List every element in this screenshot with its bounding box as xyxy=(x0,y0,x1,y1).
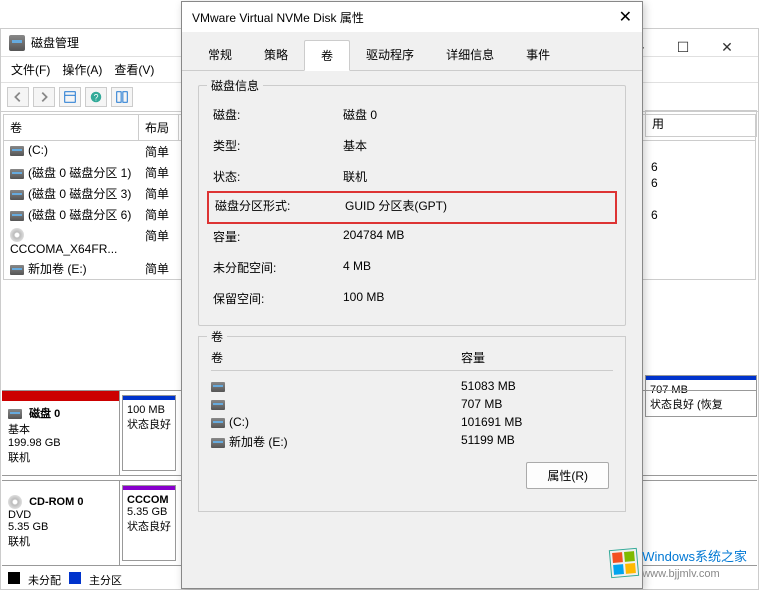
volume-icon xyxy=(211,418,225,428)
close-icon[interactable]: ✕ xyxy=(619,7,632,27)
right-column: 用 6 6 6 xyxy=(645,110,757,223)
disk-properties-dialog: VMware Virtual NVMe Disk 属性 ✕ 常规 策略 卷 驱动… xyxy=(181,1,643,589)
vol-header: 卷 容量 xyxy=(211,349,613,371)
vol-group-title: 卷 xyxy=(207,328,227,345)
volume-icon xyxy=(211,382,225,392)
tool-back[interactable] xyxy=(7,87,29,107)
svg-text:?: ? xyxy=(94,93,99,103)
col-usage[interactable]: 用 xyxy=(645,110,757,137)
disk-mgmt-icon xyxy=(9,35,25,51)
capacity-value: 204784 MB xyxy=(343,228,611,245)
menu-file[interactable]: 文件(F) xyxy=(11,61,50,78)
unalloc-label: 未分配空间: xyxy=(213,259,343,276)
tabstrip: 常规 策略 卷 驱动程序 详细信息 事件 xyxy=(182,32,642,71)
cd-icon xyxy=(10,228,24,242)
type-value: 基本 xyxy=(343,137,611,154)
watermark: Windows系统之家 www.bjjmlv.com xyxy=(610,546,747,580)
disk-info-group: 磁盘信息 磁盘:磁盘 0 类型:基本 状态:联机 磁盘分区形式:GUID 分区表… xyxy=(198,85,626,326)
tab-volumes[interactable]: 卷 xyxy=(304,40,350,71)
close-button[interactable]: ✕ xyxy=(705,33,749,61)
tool-help[interactable]: ? xyxy=(85,87,107,107)
volume-icon xyxy=(10,265,24,275)
cdrom-label[interactable]: CD-ROM 0 DVD 5.35 GB 联机 xyxy=(2,481,120,565)
volume-icon xyxy=(10,190,24,200)
watermark-url: www.bjjmlv.com xyxy=(642,568,719,580)
volume-icon xyxy=(10,169,24,179)
group-title: 磁盘信息 xyxy=(207,77,263,94)
vol-col-volume[interactable]: 卷 xyxy=(211,349,461,366)
menu-view[interactable]: 查看(V) xyxy=(114,61,154,78)
status-label: 状态: xyxy=(213,168,343,185)
reserved-value: 100 MB xyxy=(343,290,611,307)
tab-policies[interactable]: 策略 xyxy=(248,40,304,70)
legend-unalloc-swatch xyxy=(8,572,20,584)
disk-icon xyxy=(8,409,22,419)
partition-style-row: 磁盘分区形式:GUID 分区表(GPT) xyxy=(207,191,617,224)
partstyle-label: 磁盘分区形式: xyxy=(215,197,345,214)
disk0-label[interactable]: 磁盘 0 基本 199.98 GB 联机 xyxy=(2,391,120,475)
cd-icon xyxy=(8,495,22,509)
watermark-brand: Windows xyxy=(642,549,695,564)
col-volume[interactable]: 卷 xyxy=(4,115,139,140)
disk-value: 磁盘 0 xyxy=(343,106,611,123)
bg-title: 磁盘管理 xyxy=(31,34,79,51)
col-layout[interactable]: 布局 xyxy=(139,115,179,140)
tab-driver[interactable]: 驱动程序 xyxy=(350,40,430,70)
dialog-titlebar: VMware Virtual NVMe Disk 属性 ✕ xyxy=(182,2,642,32)
volume-icon xyxy=(10,211,24,221)
reserved-label: 保留空间: xyxy=(213,290,343,307)
tool-fwd[interactable] xyxy=(33,87,55,107)
tool-view1[interactable] xyxy=(59,87,81,107)
menu-action[interactable]: 操作(A) xyxy=(62,61,102,78)
tab-general[interactable]: 常规 xyxy=(192,40,248,70)
partition-box[interactable]: CCCOM 5.35 GB 状态良好 xyxy=(122,485,176,561)
capacity-label: 容量: xyxy=(213,228,343,245)
vol-row[interactable]: 新加卷 (E:)51199 MB xyxy=(211,431,613,452)
disk-label: 磁盘: xyxy=(213,106,343,123)
maximize-button[interactable]: ☐ xyxy=(661,33,705,61)
unalloc-value: 4 MB xyxy=(343,259,611,276)
status-value: 联机 xyxy=(343,168,611,185)
volumes-group: 卷 卷 容量 51083 MB 707 MB (C:)101691 MB 新加卷… xyxy=(198,336,626,512)
volume-icon xyxy=(10,146,24,156)
vol-row[interactable]: 707 MB xyxy=(211,395,613,413)
type-label: 类型: xyxy=(213,137,343,154)
legend-primary-swatch xyxy=(69,572,81,584)
properties-button[interactable]: 属性(R) xyxy=(526,462,609,489)
volume-icon xyxy=(211,438,225,448)
windows-logo-icon xyxy=(609,548,639,578)
tab-events[interactable]: 事件 xyxy=(510,40,566,70)
vol-col-capacity[interactable]: 容量 xyxy=(461,349,485,366)
partstyle-value: GUID 分区表(GPT) xyxy=(345,197,609,214)
vol-row[interactable]: (C:)101691 MB xyxy=(211,413,613,431)
vol-row[interactable]: 51083 MB xyxy=(211,377,613,395)
tab-details[interactable]: 详细信息 xyxy=(430,40,510,70)
partition-box[interactable]: 100 MB 状态良好 xyxy=(122,395,176,471)
tool-view2[interactable] xyxy=(111,87,133,107)
dialog-title: VMware Virtual NVMe Disk 属性 xyxy=(192,9,364,26)
volume-icon xyxy=(211,400,225,410)
